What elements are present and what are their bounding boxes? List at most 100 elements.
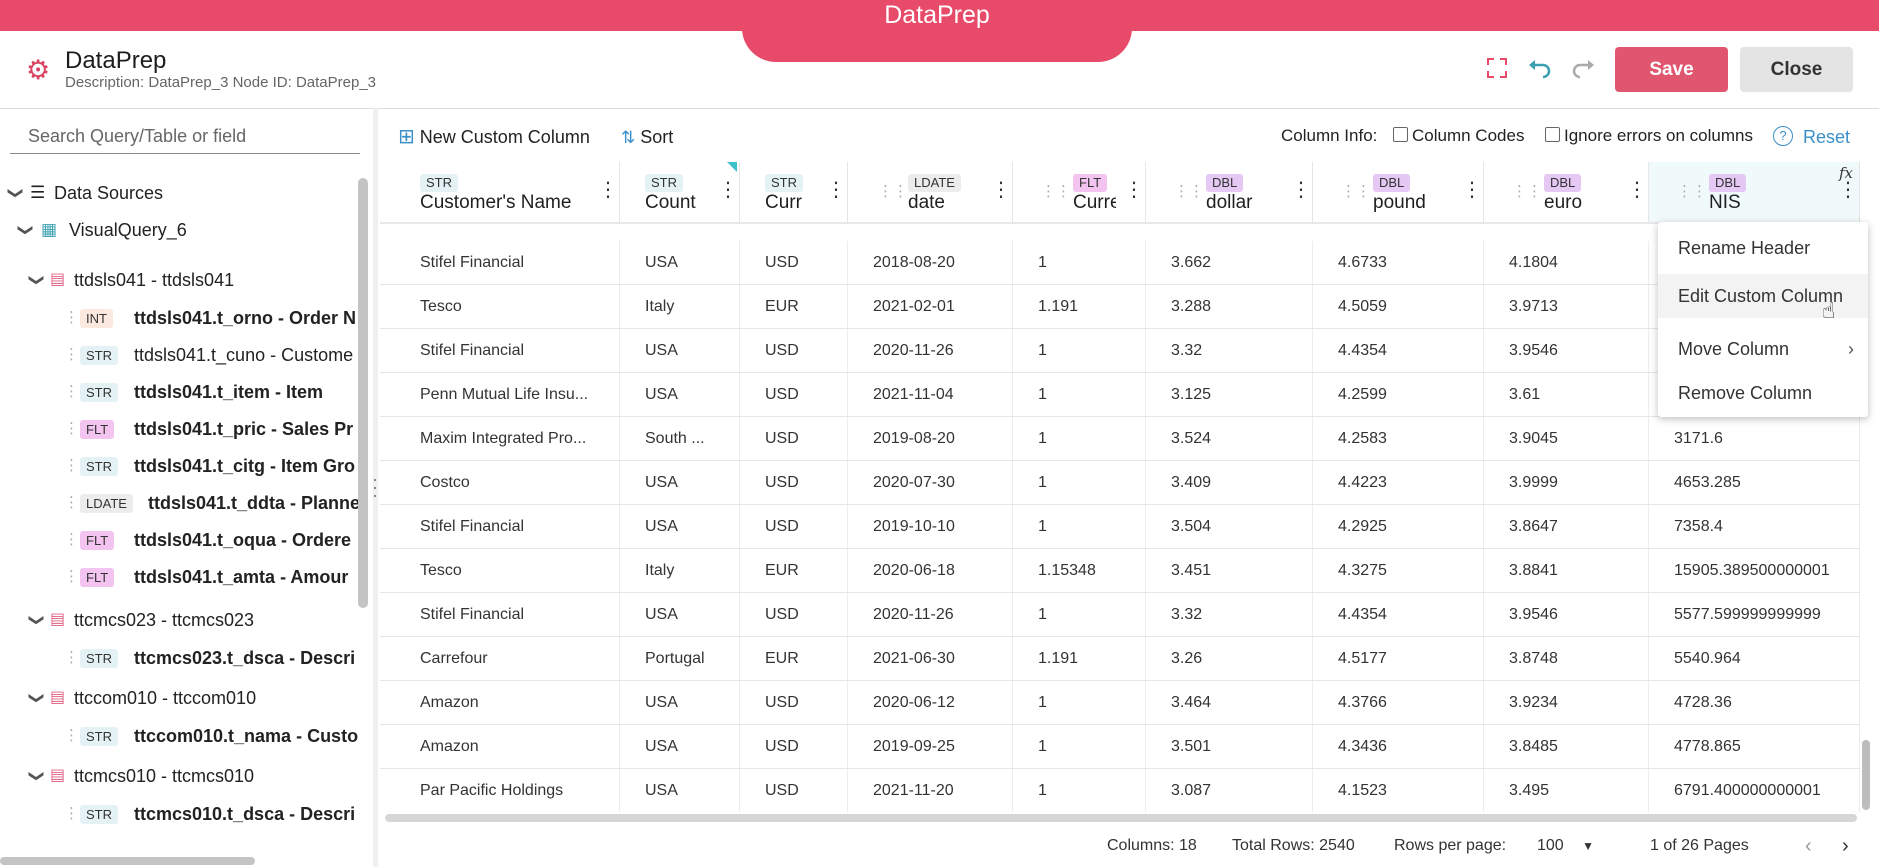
search-input[interactable]: Search Query/Table or field bbox=[10, 118, 360, 154]
kebab-menu-icon[interactable]: ⋮ bbox=[1291, 180, 1311, 200]
tree-field[interactable]: ⋮⋮ FLT ttdsls041.t_oqua - Ordere bbox=[0, 525, 360, 555]
tree-table[interactable]: ❯ ▤ ttcmcs010 - ttcmcs010 bbox=[0, 761, 360, 791]
column-header[interactable]: STR Count ⋮ bbox=[620, 162, 740, 222]
table-row[interactable]: Stifel Financial USA USD 2019-10-10 1 3.504 4.… bbox=[380, 505, 1860, 549]
column-header[interactable]: ⋮⋮ DBL pound ⋮ bbox=[1313, 162, 1484, 222]
tree-field[interactable]: ⋮⋮ INT ttdsls041.t_orno - Order N bbox=[0, 303, 360, 333]
drag-handle-icon[interactable]: ⋮⋮ bbox=[1041, 182, 1071, 200]
reset-link[interactable]: Reset bbox=[1803, 124, 1850, 150]
kebab-menu-icon[interactable]: ⋮ bbox=[1124, 180, 1144, 200]
kebab-menu-icon[interactable]: ⋮ bbox=[598, 180, 618, 200]
menu-item[interactable]: Edit Custom Column bbox=[1658, 274, 1868, 318]
tree-field[interactable]: ⋮⋮ STR ttcmcs023.t_dsca - Descri bbox=[0, 643, 360, 673]
menu-item[interactable]: Rename Header bbox=[1658, 226, 1868, 270]
drag-handle-icon[interactable]: · · · bbox=[370, 470, 380, 504]
kebab-menu-icon[interactable]: ⋮ bbox=[1627, 180, 1647, 200]
save-button[interactable]: Save bbox=[1615, 47, 1728, 92]
chevron-down-icon[interactable]: ❯ bbox=[21, 767, 51, 785]
tree-field[interactable]: ⋮⋮ STR ttccom010.t_nama - Custo bbox=[0, 721, 360, 751]
table-row[interactable]: Par Pacific Holdings USA USD 2021-11-20 1 3.0… bbox=[380, 769, 1860, 812]
tree-data-sources[interactable]: ❯ ☰ Data Sources bbox=[0, 178, 360, 208]
table-cell: USD bbox=[740, 725, 848, 768]
tree-field-label: ttdsls041.t_cuno - Custome bbox=[134, 345, 354, 365]
left-horizontal-scrollbar[interactable] bbox=[0, 857, 255, 865]
column-context-menu: Rename Header Edit Custom Column Move Colu… bbox=[1658, 222, 1868, 417]
chevron-down-icon[interactable]: ❯ bbox=[10, 221, 40, 239]
table-row[interactable]: Penn Mutual Life Insu... USA USD 2021-11-04… bbox=[380, 373, 1860, 417]
table-row[interactable]: Costco USA USD 2020-07-30 1 3.409 4.4223 3.9999… bbox=[380, 461, 1860, 505]
grid-vertical-scrollbar[interactable] bbox=[1862, 740, 1870, 810]
checkbox-icon[interactable] bbox=[1545, 127, 1560, 142]
chevron-down-icon[interactable]: ❯ bbox=[21, 611, 51, 629]
table-cell: 1.15348 bbox=[1013, 549, 1146, 592]
table-cell: USD bbox=[740, 593, 848, 636]
new-custom-column-button[interactable]: ⊞ New Custom Column bbox=[398, 124, 590, 150]
kebab-menu-icon[interactable]: ⋮ bbox=[718, 180, 738, 200]
page-title: DataPrep bbox=[65, 47, 167, 74]
chevron-down-icon[interactable]: ❯ bbox=[0, 184, 30, 202]
table-row[interactable]: Maxim Integrated Pro... South ... USD 2019-… bbox=[380, 417, 1860, 461]
table-cell: 15905.389500000001 bbox=[1649, 549, 1860, 592]
tree-field[interactable]: ⋮⋮ LDATE ttdsls041.t_ddta - Planne bbox=[0, 488, 360, 518]
tree-field[interactable]: ⋮⋮ FLT ttdsls041.t_pric - Sales Pr bbox=[0, 414, 360, 444]
drag-handle-icon[interactable]: ⋮⋮ bbox=[1341, 182, 1371, 200]
left-scrollbar[interactable] bbox=[358, 178, 368, 608]
kebab-menu-icon[interactable]: ⋮ bbox=[991, 180, 1011, 200]
fullscreen-icon[interactable] bbox=[1484, 57, 1510, 83]
kebab-menu-icon[interactable]: ⋮ bbox=[1462, 180, 1482, 200]
close-button[interactable]: Close bbox=[1740, 47, 1853, 92]
drag-handle-icon[interactable]: ⋮⋮ bbox=[878, 182, 908, 200]
tree-query[interactable]: ❯ ▦ VisualQuery_6 bbox=[0, 215, 360, 245]
tree-table[interactable]: ❯ ▤ ttdsls041 - ttdsls041 bbox=[0, 265, 360, 295]
next-page-icon[interactable]: › bbox=[1842, 828, 1849, 864]
tree-field[interactable]: ⋮⋮ STR ttdsls041.t_cuno - Custome bbox=[0, 340, 360, 370]
column-header[interactable]: STR Customer's Name ⋮ bbox=[380, 162, 620, 222]
table-row[interactable]: Stifel Financial USA USD 2020-11-26 1 3.32 4.4… bbox=[380, 329, 1860, 373]
menu-item[interactable]: Remove Column bbox=[1658, 371, 1868, 415]
tree-field[interactable]: ⋮⋮ STR ttdsls041.t_citg - Item Gro bbox=[0, 451, 360, 481]
drag-handle-icon[interactable]: ⋮⋮ bbox=[1512, 182, 1542, 200]
tree-field[interactable]: ⋮⋮ STR ttcmcs010.t_dsca - Descri bbox=[0, 799, 360, 829]
tree-field[interactable]: ⋮⋮ STR ttdsls041.t_item - Item bbox=[0, 377, 360, 407]
sort-button[interactable]: ⇅ Sort bbox=[621, 124, 673, 151]
grid-horizontal-scrollbar[interactable] bbox=[385, 814, 1857, 822]
tree-table[interactable]: ❯ ▤ ttcmcs023 - ttcmcs023 bbox=[0, 605, 360, 635]
redo-icon[interactable] bbox=[1570, 57, 1596, 83]
chevron-down-icon[interactable]: ❯ bbox=[21, 271, 51, 289]
rows-per-page-select[interactable]: 100 ▼ bbox=[1537, 828, 1594, 864]
table-row[interactable]: Carrefour Portugal EUR 2021-06-30 1.191 3.26 4… bbox=[380, 637, 1860, 681]
table-row[interactable]: Tesco Italy EUR 2020-06-18 1.15348 3.451 4.327… bbox=[380, 549, 1860, 593]
page-description: Description: DataPrep_3 Node ID: DataPre… bbox=[65, 74, 377, 91]
column-header[interactable]: ⋮⋮ DBL euro ⋮ bbox=[1484, 162, 1649, 222]
help-icon[interactable]: ? bbox=[1773, 126, 1793, 146]
table-row[interactable]: Amazon USA USD 2019-09-25 1 3.501 4.3436 3.8485… bbox=[380, 725, 1860, 769]
column-header[interactable]: STR Curr ⋮ bbox=[740, 162, 848, 222]
table-cell: 1 bbox=[1013, 329, 1146, 372]
drag-handle-icon[interactable]: ⋮⋮ bbox=[1174, 182, 1204, 200]
kebab-menu-icon[interactable]: ⋮ bbox=[826, 180, 846, 200]
table-cell: 1 bbox=[1013, 725, 1146, 768]
drag-handle-icon[interactable]: ⋮⋮ bbox=[1677, 182, 1707, 200]
custom-formula-icon: fx bbox=[1839, 164, 1854, 182]
tree-field[interactable]: ⋮⋮ FLT ttdsls041.t_amta - Amour bbox=[0, 562, 360, 592]
ignore-errors-checkbox[interactable]: Ignore errors on columns bbox=[1545, 124, 1753, 148]
table-row[interactable]: Tesco Italy EUR 2021-02-01 1.191 3.288 4.5059 3… bbox=[380, 285, 1860, 329]
chevron-down-icon[interactable]: ❯ bbox=[21, 689, 51, 707]
column-header[interactable]: ⋮⋮ LDATE date ⋮ bbox=[848, 162, 1013, 222]
table-cell: 1 bbox=[1013, 417, 1146, 460]
column-header[interactable]: ⋮⋮ DBL NIS ⋮ bbox=[1649, 162, 1860, 222]
undo-icon[interactable] bbox=[1527, 57, 1553, 83]
column-header[interactable]: ⋮⋮FLTCurrenc ⋮ bbox=[1013, 162, 1146, 222]
prev-page-icon[interactable]: ‹ bbox=[1805, 828, 1812, 864]
field-type-badge: INT bbox=[80, 309, 113, 328]
table-row[interactable]: Stifel Financial USA USD 2018-08-20 1 3.662 4.… bbox=[380, 241, 1860, 285]
tree-table[interactable]: ❯ ▤ ttccom010 - ttccom010 bbox=[0, 683, 360, 713]
column-header[interactable]: ⋮⋮ DBL dollar ⋮ bbox=[1146, 162, 1313, 222]
kebab-menu-icon[interactable]: ⋮ bbox=[1838, 180, 1858, 200]
table-row[interactable]: Amazon USA USD 2020-06-12 1 3.464 4.3766 3.9234… bbox=[380, 681, 1860, 725]
gear-icon[interactable]: ⚙ bbox=[26, 57, 52, 84]
column-codes-checkbox[interactable]: Column Codes bbox=[1393, 124, 1524, 148]
checkbox-icon[interactable] bbox=[1393, 127, 1408, 142]
menu-item[interactable]: Move Column › bbox=[1658, 327, 1868, 371]
table-row[interactable]: Stifel Financial USA USD 2020-11-26 1 3.32 4.4… bbox=[380, 593, 1860, 637]
